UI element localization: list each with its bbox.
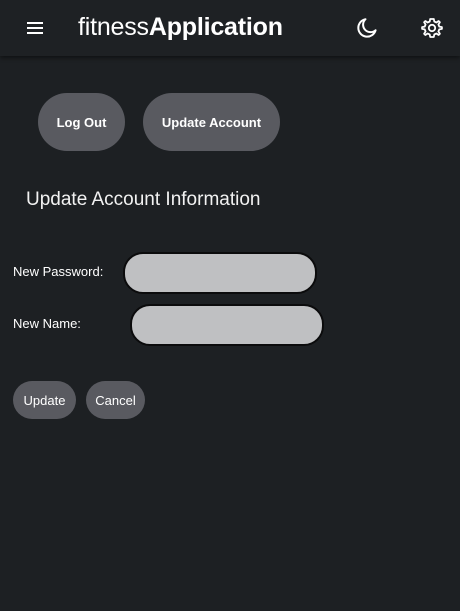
app-title-light: fitness — [78, 13, 149, 41]
top-app-bar: fitnessApplication — [0, 0, 460, 56]
new-name-label: New Name: — [13, 316, 81, 331]
update-button[interactable]: Update — [13, 381, 76, 419]
app-title-bold: Application — [148, 13, 283, 41]
gear-icon[interactable] — [420, 16, 444, 40]
moon-icon[interactable] — [355, 16, 379, 40]
new-password-field[interactable] — [123, 252, 317, 294]
new-name-field[interactable] — [130, 304, 324, 346]
app-title: fitnessApplication — [78, 10, 283, 44]
page-title: Update Account Information — [26, 189, 261, 210]
logout-button[interactable]: Log Out — [38, 93, 125, 151]
cancel-button[interactable]: Cancel — [86, 381, 145, 419]
update-account-button[interactable]: Update Account — [143, 93, 280, 151]
new-password-label: New Password: — [13, 264, 104, 279]
hamburger-menu-icon[interactable] — [25, 18, 47, 38]
